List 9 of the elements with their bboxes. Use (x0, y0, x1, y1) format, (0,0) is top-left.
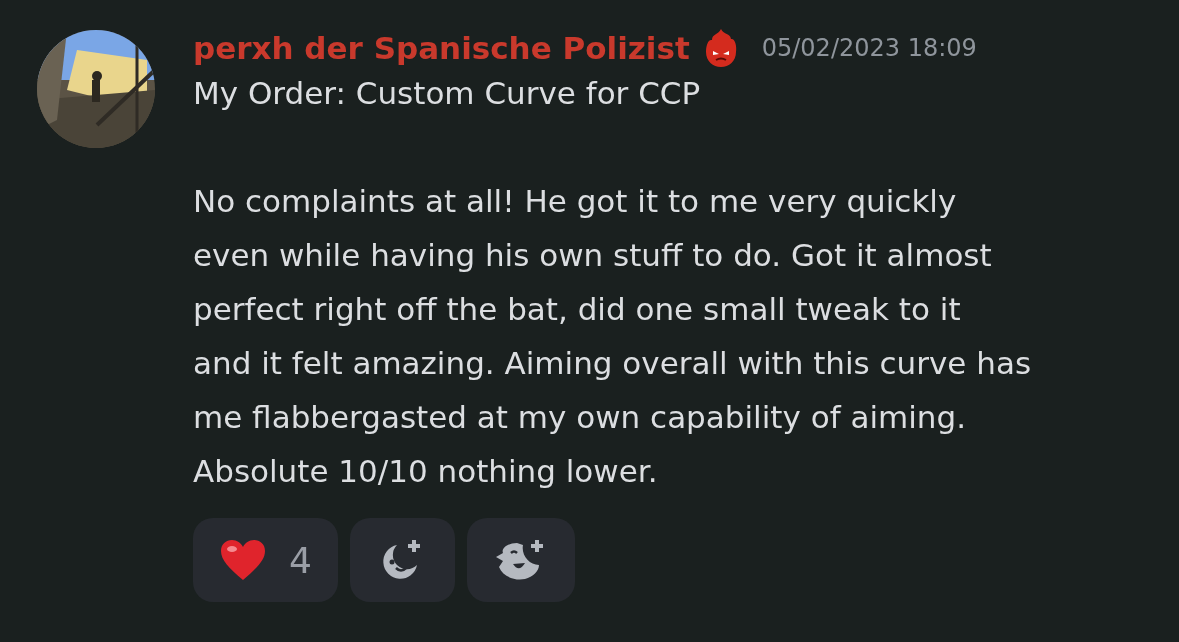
reaction-button[interactable]: 4 (193, 518, 338, 602)
add-super-reaction-button[interactable] (466, 518, 575, 602)
add-reaction-button[interactable] (349, 518, 455, 602)
author-name[interactable]: perxh der Spanische Polizist (193, 30, 690, 66)
message-title: My Order: Custom Curve for CCP (193, 74, 702, 113)
heart-icon (219, 538, 267, 582)
timestamp: 05/02/2023 18:09 (761, 34, 977, 62)
message-text: No complaints at all! He got it to me very quickly even while having his own stuff to do. Got it almost perfect right off the bat, did one small tweak to it and it felt amazing. Aiming overall with this curve has me flabbergasted at my own capability of aiming. Absolute 10/10 nothing lower. (193, 182, 1032, 491)
flame-face-icon (703, 28, 738, 68)
